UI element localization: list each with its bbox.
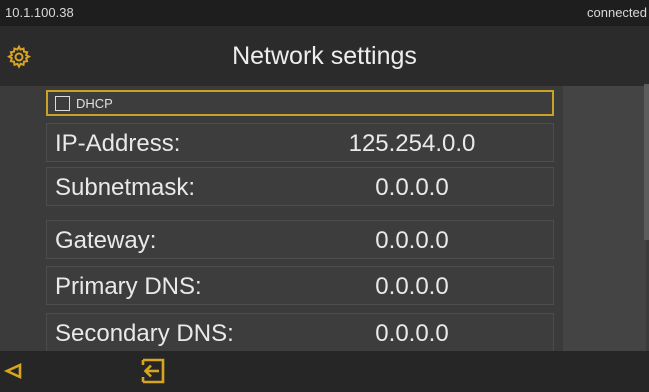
subnetmask-label: Subnetmask:: [55, 174, 196, 201]
subnetmask-value[interactable]: 0.0.0.0: [309, 174, 515, 202]
secondary-dns-value[interactable]: 0.0.0.0: [309, 320, 515, 348]
back-triangle-icon[interactable]: [0, 357, 28, 385]
scroll-track: [563, 86, 646, 351]
page-title: Network settings: [232, 42, 417, 70]
ip-address-row[interactable]: IP-Address: 125.254.0.0: [46, 123, 554, 162]
ip-address-label: IP-Address:: [55, 130, 181, 157]
gateway-row[interactable]: Gateway: 0.0.0.0: [46, 220, 554, 259]
primary-dns-label: Primary DNS:: [55, 273, 202, 300]
network-settings-screen: 10.1.100.38 connected Network settings D…: [0, 0, 649, 392]
bottom-bar: [0, 351, 649, 392]
dhcp-checkbox[interactable]: [55, 96, 70, 111]
exit-icon[interactable]: [137, 355, 169, 387]
secondary-dns-label: Secondary DNS:: [55, 320, 234, 347]
settings-list: DHCP IP-Address: 125.254.0.0 Subnetmask:…: [0, 86, 649, 352]
gateway-value[interactable]: 0.0.0.0: [309, 227, 515, 255]
subnetmask-row[interactable]: Subnetmask: 0.0.0.0: [46, 167, 554, 206]
scrollbar-thumb[interactable]: [644, 84, 649, 240]
connection-status: connected: [587, 5, 647, 20]
primary-dns-value[interactable]: 0.0.0.0: [309, 273, 515, 301]
ip-address-value[interactable]: 125.254.0.0: [309, 130, 515, 158]
dhcp-toggle-row[interactable]: DHCP: [46, 90, 554, 116]
status-bar: 10.1.100.38 connected: [0, 0, 649, 26]
secondary-dns-row[interactable]: Secondary DNS: 0.0.0.0: [46, 313, 554, 352]
primary-dns-row[interactable]: Primary DNS: 0.0.0.0: [46, 266, 554, 305]
title-bar: Network settings: [0, 26, 649, 86]
gateway-label: Gateway:: [55, 227, 157, 254]
device-ip: 10.1.100.38: [5, 5, 74, 20]
dhcp-label: DHCP: [76, 96, 113, 111]
